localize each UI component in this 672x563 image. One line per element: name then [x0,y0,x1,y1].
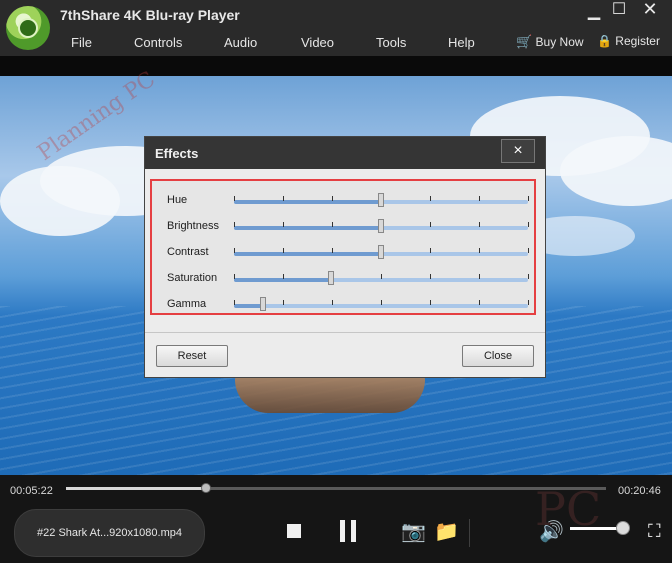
slider-fill [234,200,381,204]
slider-tick [381,300,382,305]
slider-tick [528,196,529,201]
slider-handle[interactable] [328,271,335,285]
menu-file[interactable]: File [71,35,92,50]
seek-fill [66,487,207,490]
pause-icon[interactable] [338,520,358,542]
folder-icon[interactable]: 📁 [434,519,459,544]
slider-label: Brightness [167,220,219,232]
slider-tick [234,274,235,279]
slider-tick [283,196,284,201]
slider-tick [332,300,333,305]
volume-handle[interactable] [615,521,630,535]
slider-tick [479,248,480,253]
slider-tick [430,196,431,201]
total-time: 00:20:46 [618,485,661,497]
effects-dialog-title: Effects [155,146,199,161]
slider-tick [381,274,382,279]
hue-slider[interactable] [234,193,529,207]
slider-row-saturation: Saturation [152,266,538,288]
maximize-icon[interactable]: ☐ [609,2,629,18]
menu-help[interactable]: Help [448,35,475,50]
slider-tick [283,300,284,305]
slider-tick [430,222,431,227]
dialog-separator [145,332,545,333]
slider-tick [479,196,480,201]
slider-tick [234,248,235,253]
slider-tick [234,300,235,305]
effects-dialog: Effects × Hue Brightness Contrast Satura… [145,137,545,377]
minimize-icon[interactable]: ▁ [584,4,604,20]
slider-fill [234,252,381,256]
control-divider [469,519,470,547]
slider-tick [528,222,529,227]
dialog-close-icon[interactable]: × [501,139,535,163]
slider-fill [234,304,264,308]
slider-tick [332,196,333,201]
app-title: 7thShare 4K Blu-ray Player [60,7,240,23]
brightness-slider[interactable] [234,219,529,233]
slider-label: Saturation [167,272,218,284]
slider-tick [283,248,284,253]
slider-tick [479,274,480,279]
buy-now-button[interactable]: 🛒 Buy Now [516,34,584,50]
effects-dialog-header: Effects × [145,137,545,169]
slider-fill [234,226,381,230]
sliders-highlight-box: Hue Brightness Contrast Saturation Gamma [150,179,536,315]
slider-handle[interactable] [378,245,384,259]
slider-tick [528,274,529,279]
menu-video[interactable]: Video [301,35,334,50]
slider-tick [479,300,480,305]
close-icon[interactable]: ✕ [640,0,660,18]
slider-handle[interactable] [260,297,267,311]
contrast-slider[interactable] [234,245,529,259]
close-button[interactable]: Close [462,345,534,367]
seek-bar[interactable] [66,483,606,493]
slider-label: Hue [167,194,188,206]
slider-tick [283,274,284,279]
slider-label: Contrast [167,246,209,258]
elapsed-time: 00:05:22 [10,485,53,497]
slider-row-hue: Hue [152,188,538,210]
app-logo-icon [6,6,50,50]
slider-tick [430,248,431,253]
slider-tick [528,300,529,305]
slider-tick [430,300,431,305]
slider-tick [430,274,431,279]
title-bar: 7thShare 4K Blu-ray Player ▁ ☐ ✕ File Co… [0,0,672,56]
menu-audio[interactable]: Audio [224,35,257,50]
slider-tick [234,196,235,201]
cart-icon: 🛒 [516,34,533,49]
slider-tick [234,222,235,227]
slider-handle[interactable] [378,219,384,233]
camera-icon[interactable]: 📷 [401,519,426,544]
slider-row-brightness: Brightness [152,214,538,236]
slider-label: Gamma [167,298,207,310]
slider-tick [332,222,333,227]
lock-icon: 🔒 [597,34,612,48]
slider-row-gamma: Gamma [152,292,538,314]
saturation-slider[interactable] [234,271,529,285]
slider-handle[interactable] [378,193,384,207]
slider-tick [479,222,480,227]
seek-handle[interactable] [201,483,212,493]
menu-controls[interactable]: Controls [134,35,182,50]
watermark-pc: PC [535,482,602,536]
slider-tick [332,248,333,253]
reset-button[interactable]: Reset [156,345,228,367]
menu-tools[interactable]: Tools [376,35,406,50]
gamma-slider[interactable] [234,297,529,311]
slider-row-contrast: Contrast [152,240,538,262]
current-file[interactable]: #22 Shark At...920x1080.mp4 [14,509,205,557]
slider-tick [528,248,529,253]
stop-icon[interactable] [287,524,301,538]
slider-tick [283,222,284,227]
register-button[interactable]: 🔒 Register [597,34,660,48]
fullscreen-icon[interactable]: ⛶ [648,521,661,542]
